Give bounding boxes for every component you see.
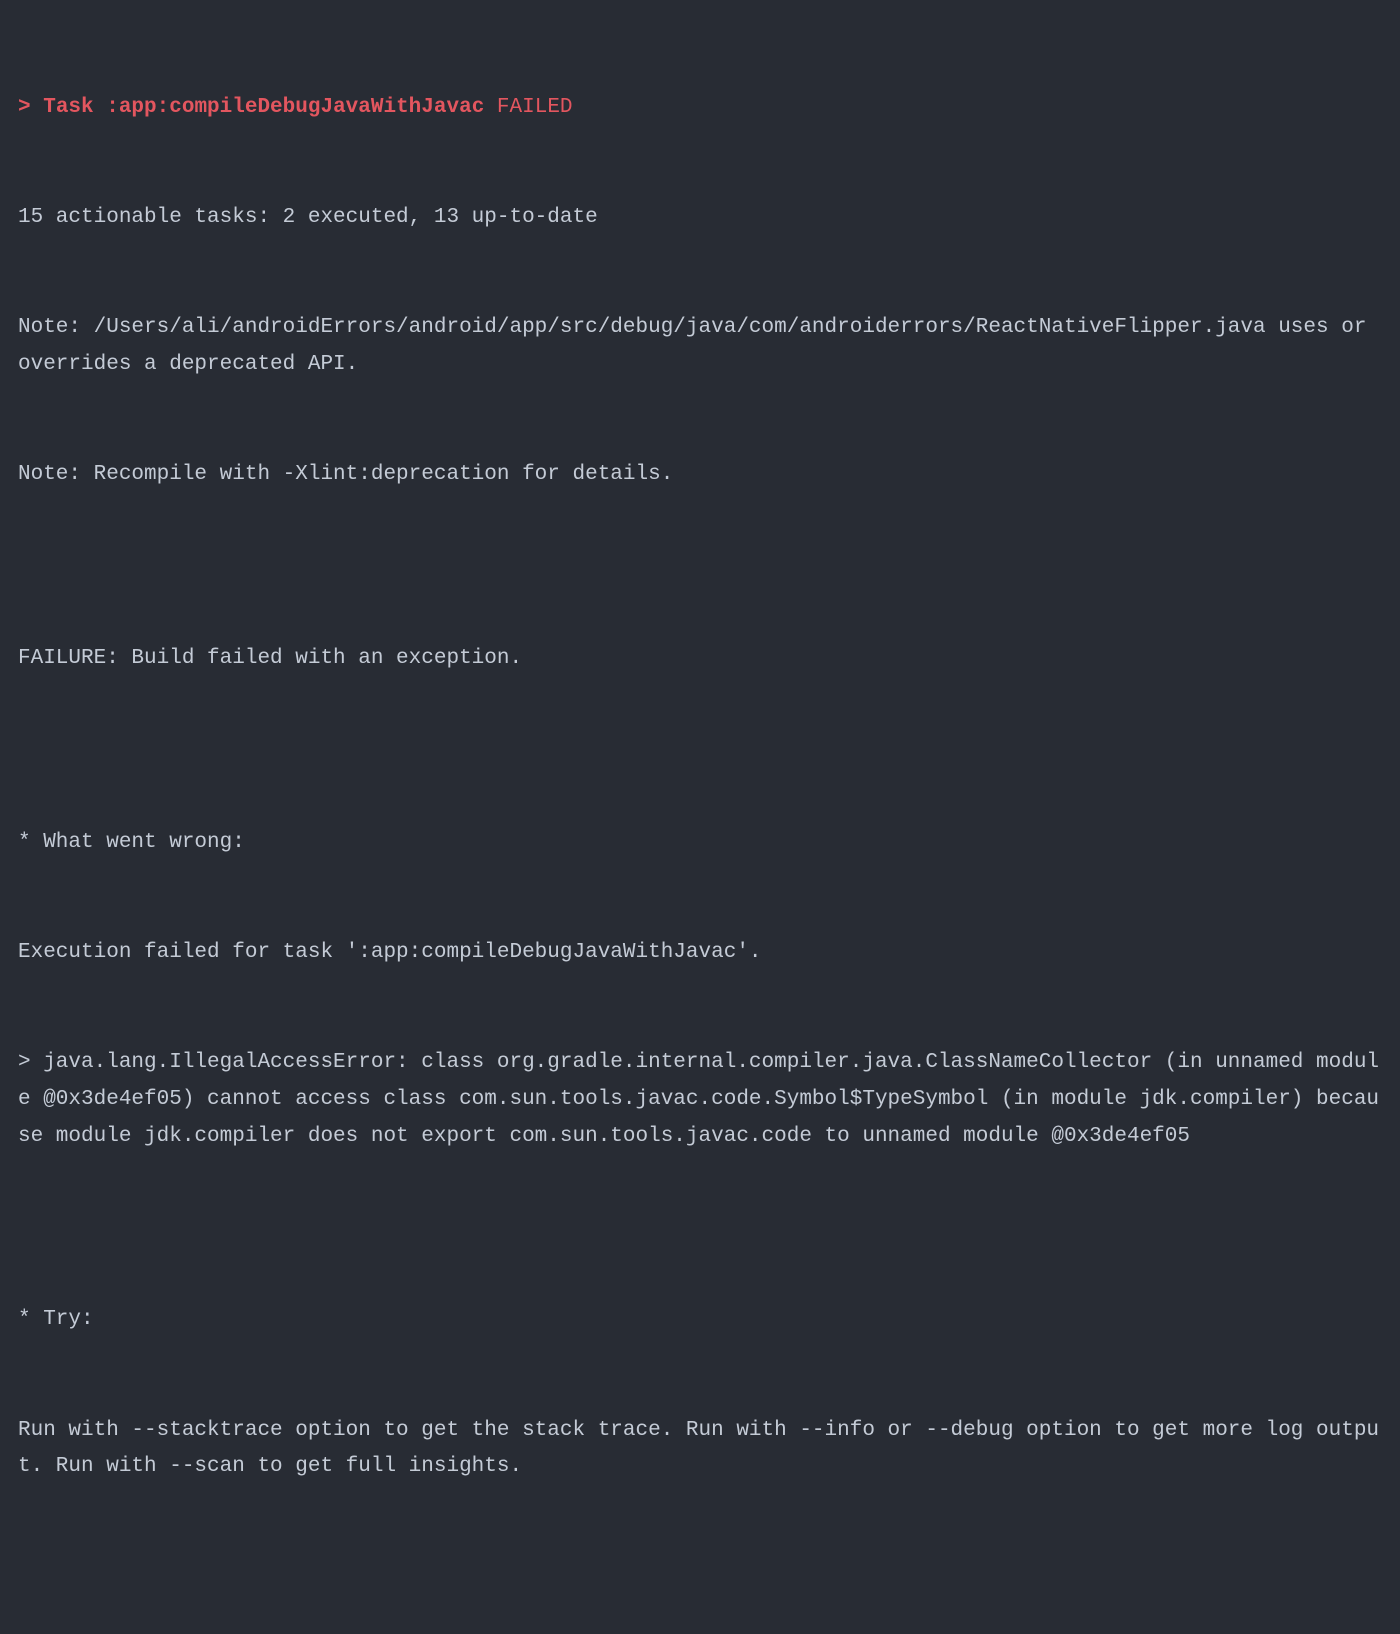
try-suggestions-line: Run with --stacktrace option to get the … [18,1413,1382,1487]
actionable-tasks-line: 15 actionable tasks: 2 executed, 13 up-t… [18,200,1382,237]
task-header-line: > Task :app:compileDebugJavaWithJavac FA… [18,90,1382,127]
illegal-access-error-line: > java.lang.IllegalAccessError: class or… [18,1045,1382,1155]
try-heading: * Try: [18,1302,1382,1339]
execution-failed-line: Execution failed for task ':app:compileD… [18,935,1382,972]
deprecation-note-line: Note: /Users/ali/androidErrors/android/a… [18,310,1382,384]
failure-line: FAILURE: Build failed with an exception. [18,641,1382,678]
get-help-line: * Get more help at https://help.gradle.o… [18,1633,1382,1634]
what-went-wrong-heading: * What went wrong: [18,825,1382,862]
task-name: Task :app:compileDebugJavaWithJavac [43,96,484,119]
recompile-note-line: Note: Recompile with -Xlint:deprecation … [18,457,1382,494]
prompt-chevron: > [18,96,31,119]
task-status: FAILED [497,96,573,119]
terminal-output: > Task :app:compileDebugJavaWithJavac FA… [18,16,1382,1634]
